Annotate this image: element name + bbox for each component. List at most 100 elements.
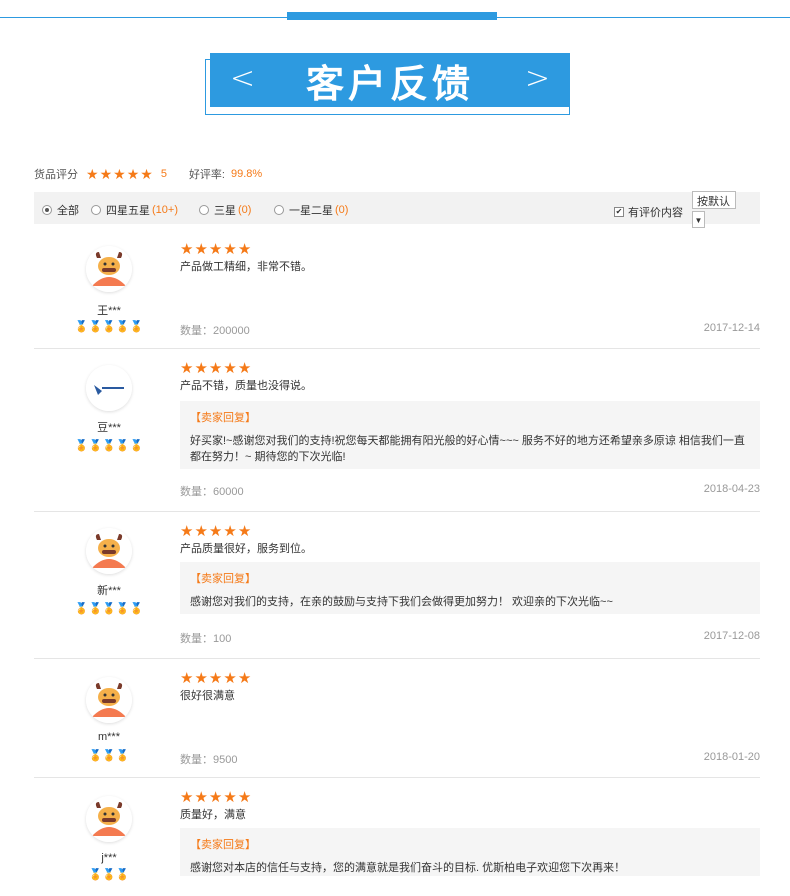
star-icon: ★ xyxy=(140,166,153,182)
positive-rate-label: 好评率: xyxy=(188,169,225,181)
review-text: 产品做工精细，非常不错。 xyxy=(180,261,312,273)
radio-icon[interactable] xyxy=(274,205,284,215)
star-icon: ★ xyxy=(237,241,252,258)
radio-selected-icon[interactable] xyxy=(42,205,52,215)
user-level: 🏅 🏅 🏅 🏅 🏅 xyxy=(75,439,144,452)
filter-all[interactable]: 全部 xyxy=(42,202,79,218)
prev-arrow-icon[interactable]: < xyxy=(230,61,255,96)
review-text: 很好很满意 xyxy=(180,690,235,702)
next-arrow-icon[interactable]: > xyxy=(525,61,550,96)
review-item: 王*** 🏅 🏅 🏅 🏅 🏅 ★ ★ ★ ★ ★ 产品做工精细，非常不错。 数量：200000 … xyxy=(34,226,760,349)
bird-logo-icon xyxy=(86,365,132,411)
summary-stars: ★ ★ ★ ★ ★ xyxy=(86,167,153,181)
user-level: 🏅 🏅 🏅 xyxy=(78,749,140,762)
review-quantity: 数量：100 xyxy=(180,633,232,645)
review-item: 新*** 🏅 🏅 🏅 🏅 🏅 ★ ★ ★ ★ ★ 产品质量很好，服务到位。 【卖家回复】 感谢您… xyxy=(34,512,760,659)
review-item: j*** 🏅 🏅 🏅 ★ ★ ★ ★ ★ 质量好，满意 【卖家回复】 感谢您对本店的信任与支… xyxy=(34,778,760,881)
avatar xyxy=(86,246,132,292)
radio-icon[interactable] xyxy=(199,205,209,215)
review-text: 质量好，满意 xyxy=(180,809,246,821)
filter-label: 四星五星 xyxy=(106,205,150,217)
medal-icon: 🏅 xyxy=(74,603,89,615)
bull-avatar-icon xyxy=(86,677,132,723)
star-icon: ★ xyxy=(126,166,140,182)
star-icon: ★ xyxy=(208,523,223,540)
review-stars: ★ ★ ★ ★ ★ xyxy=(180,361,251,376)
seller-reply-label: 【卖家回复】 xyxy=(190,839,256,851)
radio-icon[interactable] xyxy=(91,205,101,215)
seller-reply-text: 好买家!~感谢您对我们的支持!祝您每天都能拥有阳光般的好心情~~~ 服务不好的地… xyxy=(190,435,745,463)
star-icon: ★ xyxy=(237,360,252,377)
star-icon: ★ xyxy=(180,523,194,540)
star-icon: ★ xyxy=(223,670,237,687)
filter-label: 全部 xyxy=(57,205,79,217)
avatar xyxy=(86,528,132,574)
review-quantity: 数量：60000 xyxy=(180,486,244,498)
user-name: 王*** xyxy=(97,305,121,317)
star-icon: ★ xyxy=(237,789,252,806)
star-icon: ★ xyxy=(208,241,223,258)
review-date: 2018-01-20 xyxy=(703,751,760,763)
star-icon: ★ xyxy=(180,789,194,806)
medal-icon: 🏅 xyxy=(88,869,103,881)
user-level: 🏅 🏅 🏅 🏅 🏅 xyxy=(74,602,144,615)
filter-four-five-star[interactable]: 四星五星 (10+) xyxy=(91,202,178,218)
score-label: 货品评分 xyxy=(34,169,78,181)
star-icon: ★ xyxy=(86,166,99,182)
filter-three-star[interactable]: 三星 (0) xyxy=(199,202,251,218)
has-content-checkbox[interactable]: ✔ 有评价内容 xyxy=(614,204,683,220)
star-icon: ★ xyxy=(223,360,237,377)
star-icon: ★ xyxy=(208,360,223,377)
avatar xyxy=(86,365,132,411)
star-icon: ★ xyxy=(208,789,223,806)
star-icon: ★ xyxy=(194,523,208,540)
sort-select[interactable]: 按默认 xyxy=(692,191,736,209)
star-icon: ★ xyxy=(223,523,237,540)
star-icon: ★ xyxy=(223,241,237,258)
star-icon: ★ xyxy=(223,789,237,806)
score-value: 5 xyxy=(160,168,167,180)
avatar xyxy=(86,677,132,723)
star-icon: ★ xyxy=(194,670,208,687)
seller-reply: 【卖家回复】 感谢您对我们的支持，在亲的鼓励与支持下我们会做得更加努力！ 欢迎亲… xyxy=(180,562,760,614)
positive-rate-value: 99.8% xyxy=(231,168,263,180)
medal-icon: 🏅 xyxy=(129,321,144,333)
review-text: 产品质量很好，服务到位。 xyxy=(180,543,312,555)
star-icon: ★ xyxy=(208,670,223,687)
medal-icon: 🏅 xyxy=(88,321,103,333)
seller-reply-text: 感谢您对本店的信任与支持，您的满意就是我们奋斗的目标. 优斯柏电子欢迎您下次再来… xyxy=(190,862,626,874)
seller-reply: 【卖家回复】 感谢您对本店的信任与支持，您的满意就是我们奋斗的目标. 优斯柏电子… xyxy=(180,828,760,876)
medal-icon: 🏅 xyxy=(88,603,103,615)
review-quantity: 数量：200000 xyxy=(180,325,250,337)
review-date: 2017-12-08 xyxy=(703,630,760,642)
star-icon: ★ xyxy=(194,789,208,806)
filter-count: (0) xyxy=(238,204,252,216)
review-item: m*** 🏅 🏅 🏅 ★ ★ ★ ★ ★ 很好很满意 数量：9500 2018-01-20 xyxy=(34,659,760,778)
review-stars: ★ ★ ★ ★ ★ xyxy=(180,524,251,539)
star-icon: ★ xyxy=(180,670,194,687)
filter-one-two-star[interactable]: 一星二星 (0) xyxy=(274,202,348,218)
star-icon: ★ xyxy=(237,523,252,540)
review-stars: ★ ★ ★ ★ ★ xyxy=(180,790,251,805)
user-name: 新*** xyxy=(97,585,121,597)
section-banner: < 客户反馈 > xyxy=(210,53,570,107)
medal-icon: 🏅 xyxy=(102,869,116,881)
star-icon: ★ xyxy=(194,360,208,377)
medal-icon: 🏅 xyxy=(102,321,116,333)
review-quantity: 数量：9500 xyxy=(180,754,238,766)
bull-avatar-icon xyxy=(86,246,132,292)
review-date: 2017-12-14 xyxy=(703,322,760,334)
checkmark-icon[interactable]: ✔ xyxy=(614,207,624,217)
medal-icon: 🏅 xyxy=(129,603,144,615)
medal-icon: 🏅 xyxy=(115,750,130,762)
medal-icon: 🏅 xyxy=(102,603,116,615)
user-level: 🏅 🏅 🏅 xyxy=(78,868,140,881)
medal-icon: 🏅 xyxy=(129,440,144,452)
review-stars: ★ ★ ★ ★ ★ xyxy=(180,671,251,686)
filter-count: (10+) xyxy=(152,204,178,216)
filter-count: (0) xyxy=(335,204,349,216)
star-icon: ★ xyxy=(113,166,126,182)
medal-icon: 🏅 xyxy=(115,869,130,881)
review-date: 2018-04-23 xyxy=(703,483,760,495)
section-title: 客户反馈 xyxy=(305,61,474,106)
